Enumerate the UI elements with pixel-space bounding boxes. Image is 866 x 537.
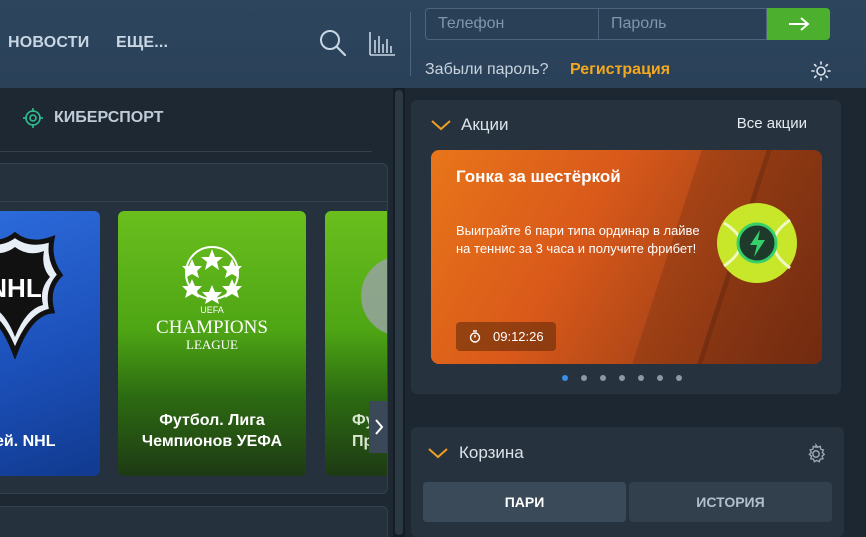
carousel-dot[interactable]	[676, 375, 682, 381]
nav-news[interactable]: НОВОСТИ	[8, 34, 89, 52]
bet-slip-title[interactable]: Корзина	[459, 443, 524, 463]
scrollbar[interactable]	[393, 88, 405, 537]
carousel-dot[interactable]	[657, 375, 663, 381]
tab-bets[interactable]: ПАРИ	[423, 482, 626, 522]
left-column: КИБЕРСПОРТ NHL ей. NHL	[0, 88, 393, 537]
register-link[interactable]: Регистрация	[570, 61, 670, 79]
league-card-nhl[interactable]: NHL ей. NHL	[0, 211, 100, 476]
nav-more[interactable]: ЕЩЕ...	[116, 34, 168, 52]
svg-text:LEAGUE: LEAGUE	[186, 337, 238, 352]
forgot-password-link[interactable]: Забыли пароль?	[425, 61, 549, 79]
divider	[0, 151, 372, 152]
countdown-timer: 09:12:26	[456, 322, 556, 351]
svg-text:UEFA: UEFA	[200, 305, 224, 315]
tab-history[interactable]: ИСТОРИЯ	[629, 482, 832, 522]
search-icon[interactable]	[318, 28, 348, 63]
login-button[interactable]	[767, 8, 830, 40]
promos-title[interactable]: Акции	[461, 115, 509, 135]
carousel-dots	[562, 375, 682, 381]
gear-icon[interactable]	[805, 442, 827, 470]
arrow-right-icon	[788, 17, 810, 31]
all-promos-link[interactable]: Все акции	[737, 115, 807, 132]
chevron-down-icon[interactable]	[427, 446, 449, 464]
svg-text:NHL: NHL	[0, 273, 42, 303]
carousel-dot[interactable]	[562, 375, 568, 381]
right-column: Акции Все акции Гонка за шестёркой Выигр…	[405, 88, 866, 537]
league-card-ucl[interactable]: UEFA CHAMPIONS LEAGUE Футбол. Лига Чемпи…	[118, 211, 306, 476]
league-card-title: Футбол. Лига Чемпионов УЕФА	[118, 410, 306, 452]
banner-title: Гонка за шестёркой	[456, 167, 621, 186]
sun-icon[interactable]	[811, 61, 831, 86]
tennis-ball-icon	[717, 203, 797, 283]
password-input[interactable]: Пароль	[599, 9, 767, 39]
phone-input[interactable]: Телефон	[426, 9, 599, 39]
bottom-panel	[0, 506, 388, 537]
league-logo	[361, 256, 387, 336]
top-leagues-panel: NHL ей. NHL UEFA CHAMPIONS LEAGUE	[0, 163, 388, 494]
nhl-logo: NHL	[0, 231, 64, 359]
banner-text: Выиграйте 6 пари типа ординар в лайве на…	[456, 223, 700, 256]
promo-banner[interactable]: Гонка за шестёркой Выиграйте 6 пари типа…	[431, 150, 822, 364]
league-card-title-line2: Чемпионов УЕФА	[141, 433, 283, 450]
league-card-title: ей. NHL	[0, 433, 56, 450]
top-bar: НОВОСТИ ЕЩЕ... Телефон Пароль Забыли пар…	[0, 0, 866, 88]
stopwatch-icon	[469, 330, 481, 343]
esport-nav-item[interactable]: КИБЕРСПОРТ	[0, 88, 393, 150]
stats-icon[interactable]	[368, 28, 396, 63]
ucl-logo: UEFA CHAMPIONS LEAGUE	[156, 246, 268, 352]
carousel-dot[interactable]	[581, 375, 587, 381]
bet-slip: Корзина ПАРИ ИСТОРИЯ	[411, 427, 844, 537]
header-divider	[410, 12, 411, 76]
timer-value: 09:12:26	[493, 329, 544, 344]
carousel-dot[interactable]	[600, 375, 606, 381]
scrollbar-thumb[interactable]	[395, 90, 403, 535]
promos-section: Акции Все акции Гонка за шестёркой Выигр…	[411, 100, 841, 394]
esport-label: КИБЕРСПОРТ	[54, 109, 164, 126]
chevron-right-icon	[375, 419, 384, 435]
chevron-down-icon[interactable]	[430, 118, 452, 136]
carousel-next-button[interactable]	[369, 401, 387, 453]
target-icon	[23, 108, 43, 133]
login-form: Телефон Пароль	[425, 8, 767, 40]
carousel-dot[interactable]	[619, 375, 625, 381]
panel-divider	[0, 201, 387, 202]
svg-text:CHAMPIONS: CHAMPIONS	[156, 317, 268, 338]
carousel-dot[interactable]	[638, 375, 644, 381]
league-card-title-line1: Футбол. Лига	[159, 412, 265, 429]
